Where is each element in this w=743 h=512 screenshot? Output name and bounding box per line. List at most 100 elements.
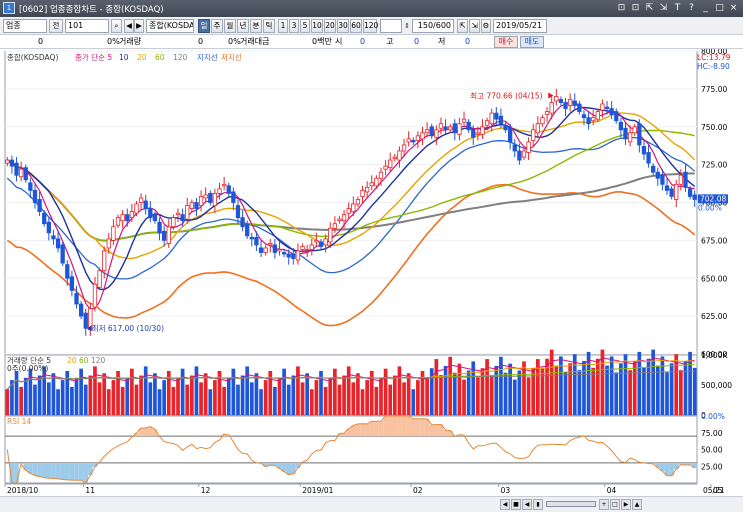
- minimize-button[interactable]: _: [700, 2, 711, 14]
- volume-bar: [360, 389, 365, 415]
- buy-button[interactable]: 매수: [494, 36, 518, 48]
- minute-20-button[interactable]: 20: [324, 19, 336, 33]
- candle-body: [258, 247, 264, 253]
- count-field[interactable]: 150/600: [412, 19, 454, 33]
- font-icon[interactable]: T: [672, 2, 683, 14]
- lc-label: LC:13.79: [697, 53, 731, 62]
- scroll-end-icon[interactable]: ▶: [621, 499, 631, 510]
- volume-bar: [296, 366, 300, 415]
- volume-value: 0: [198, 37, 204, 46]
- settings-icon[interactable]: ⚙: [481, 19, 491, 33]
- prev-icon[interactable]: ◀: [124, 19, 134, 33]
- volume-bar: [503, 372, 508, 415]
- candle-body: [471, 129, 476, 138]
- volume-bar: [162, 380, 167, 415]
- next-icon[interactable]: ▶: [134, 19, 144, 33]
- minute-60-button[interactable]: 60: [350, 19, 362, 33]
- zoom-out-icon[interactable]: ⇲: [469, 19, 480, 33]
- spin-icon[interactable]: ⇕: [402, 19, 412, 33]
- volume-bar: [125, 377, 130, 415]
- minute-30-button[interactable]: 30: [337, 19, 349, 33]
- rsi-shade: [406, 416, 411, 437]
- price-y-tick: 775.00: [701, 85, 727, 94]
- rsi-shade: [78, 462, 84, 481]
- candle-body: [60, 244, 65, 264]
- scroll-zoom-icon[interactable]: □: [610, 499, 620, 510]
- scroll-bar[interactable]: ◀ ■ ◀ ▮ + □ ▶ ▲: [0, 496, 743, 512]
- price-y-tick: 725.00: [701, 161, 727, 170]
- scroll-left-icon[interactable]: ◀: [500, 499, 510, 510]
- volume-legend-2: 60: [79, 356, 89, 365]
- high-label: 고: [386, 37, 394, 46]
- period-tab-month[interactable]: 월: [224, 19, 236, 33]
- candle-body: [424, 129, 430, 134]
- maximize-button[interactable]: □: [714, 2, 725, 14]
- shrink-icon[interactable]: ⇲: [658, 2, 669, 14]
- price-legend-6: 저지선: [221, 53, 242, 62]
- minute-1-button[interactable]: 1: [278, 19, 288, 33]
- rsi-y-tick: 50.00: [701, 446, 723, 455]
- rsi-shade: [64, 462, 70, 480]
- volume-bar: [143, 366, 148, 415]
- open-label: 시: [335, 37, 343, 46]
- volume-bar: [74, 377, 79, 415]
- volume-bar: [19, 386, 23, 415]
- copy-icon[interactable]: ⊡: [630, 2, 641, 14]
- scroll-first-icon[interactable]: ■: [511, 499, 521, 510]
- sell-button[interactable]: 매도: [520, 36, 544, 48]
- volume-bar: [623, 354, 628, 415]
- candle-body: [646, 152, 651, 164]
- low-value: 0: [465, 37, 471, 46]
- volume-bar: [14, 370, 19, 415]
- candle-body: [69, 276, 75, 291]
- candle-body: [434, 129, 439, 138]
- candle-body: [106, 238, 111, 249]
- price-legend-2: 20: [137, 53, 147, 62]
- scroll-forward-icon[interactable]: +: [599, 499, 609, 510]
- price-y-tick: 625.00: [701, 312, 727, 321]
- minute-5-button[interactable]: 5: [300, 19, 310, 33]
- search-icon[interactable]: ⌕: [111, 19, 122, 33]
- close-button[interactable]: ×: [728, 2, 739, 14]
- custom-period-input[interactable]: [380, 19, 402, 33]
- window-title: [0602] 업종종합차트 - 종합(KOSDAQ): [19, 5, 164, 15]
- volume-bar: [619, 363, 623, 415]
- volume-bar: [517, 370, 522, 415]
- period-tab-week[interactable]: 주: [211, 19, 223, 33]
- volume-bar: [356, 373, 360, 415]
- chart-area[interactable]: 800.00775.00750.00725.00700.00675.00650.…: [0, 49, 743, 496]
- volume-bar: [692, 367, 697, 415]
- volume-bar: [351, 382, 356, 415]
- volume-bar: [489, 375, 494, 415]
- expand-icon[interactable]: ⇱: [644, 2, 655, 14]
- candle-body: [203, 194, 208, 199]
- candle-body: [388, 159, 393, 169]
- date-field[interactable]: 2019/05/21: [493, 19, 547, 33]
- candle-body: [604, 106, 610, 109]
- low-annotation: 최저 617.00 (10/30): [92, 323, 164, 333]
- period-tab-day[interactable]: 일: [198, 19, 210, 33]
- volume-legend-1: 20: [67, 356, 77, 365]
- minute-10-button[interactable]: 10: [311, 19, 323, 33]
- rsi-shade: [46, 462, 52, 479]
- volume-bar: [425, 377, 429, 415]
- scroll-back-icon[interactable]: ◀: [522, 499, 532, 510]
- volume-bar: [595, 358, 600, 415]
- low-label: 저: [438, 37, 446, 46]
- scroll-track[interactable]: [546, 501, 596, 507]
- all-button[interactable]: 전: [49, 19, 63, 33]
- period-tab-year[interactable]: 년: [237, 19, 249, 33]
- scroll-pause-icon[interactable]: ▮: [533, 499, 543, 510]
- scroll-up-icon[interactable]: ▲: [632, 499, 642, 510]
- minute-120-button[interactable]: 120: [363, 19, 378, 33]
- zoom-in-icon[interactable]: ⇱: [457, 19, 468, 33]
- period-tab-tick[interactable]: 틱: [263, 19, 275, 33]
- help-icon[interactable]: ?: [686, 2, 697, 14]
- minute-3-button[interactable]: 3: [289, 19, 299, 33]
- candle-body: [392, 156, 397, 159]
- period-tab-minute[interactable]: 분: [250, 19, 262, 33]
- code-input[interactable]: 101: [65, 19, 109, 33]
- link-icon[interactable]: ⊡: [616, 2, 627, 14]
- market-select[interactable]: 업종: [3, 19, 47, 33]
- candle-body: [420, 132, 425, 140]
